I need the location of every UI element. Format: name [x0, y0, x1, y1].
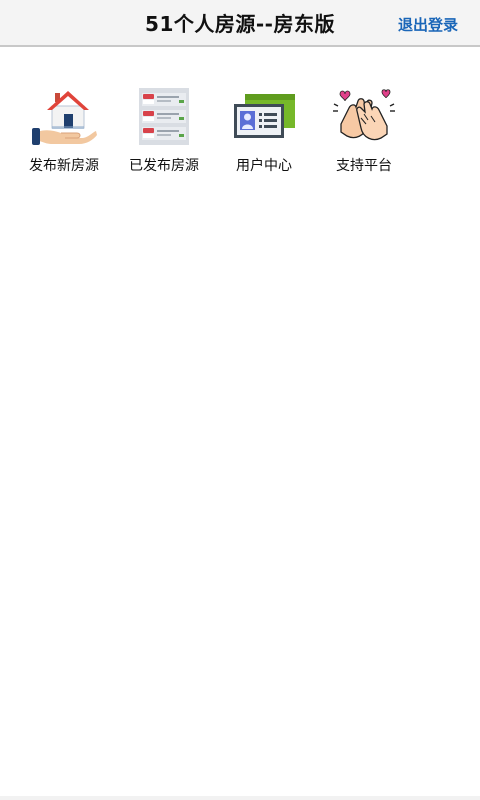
menu-item-user-center[interactable]: 用户中心 [214, 86, 314, 175]
clapping-hands-icon [331, 86, 397, 148]
menu-item-label: 支持平台 [336, 158, 392, 174]
listing-list-icon [131, 86, 197, 148]
menu-item-label: 用户中心 [236, 158, 292, 174]
menu-item-label: 发布新房源 [29, 158, 99, 174]
menu-item-publish-listing[interactable]: 发布新房源 [14, 86, 114, 175]
house-in-hand-icon [31, 86, 97, 148]
menu-item-support-platform[interactable]: 支持平台 [314, 86, 414, 175]
top-bar: 51个人房源--房东版 退出登录 [0, 0, 480, 47]
menu-grid: 发布新房源 已发布房源 用户中心 支持平台 [14, 86, 414, 175]
logout-button[interactable]: 退出登录 [398, 0, 458, 47]
menu-item-published-listings[interactable]: 已发布房源 [114, 86, 214, 175]
bottom-divider [0, 796, 480, 800]
app-screen: 51个人房源--房东版 退出登录 发布新房源 已发布房源 用户中心 支持平台 [0, 0, 480, 800]
id-card-icon [231, 86, 297, 148]
menu-item-label: 已发布房源 [129, 158, 199, 174]
